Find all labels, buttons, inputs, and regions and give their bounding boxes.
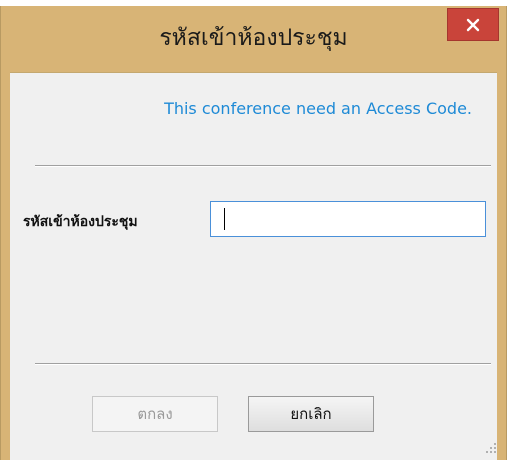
cancel-button[interactable]: ยกเลิก	[248, 396, 374, 432]
top-divider	[35, 165, 491, 167]
dialog-content: This conference need an Access Code. รหั…	[10, 72, 497, 460]
dialog-window: รหัสเข้าห้องประชุม This conference need …	[0, 6, 507, 460]
bottom-divider	[35, 363, 491, 365]
close-button[interactable]	[447, 8, 499, 41]
text-caret	[224, 208, 225, 230]
access-code-message: This conference need an Access Code.	[164, 99, 472, 118]
access-code-label: รหัสเข้าห้องประชุม	[23, 214, 138, 230]
resize-grip-icon[interactable]	[486, 443, 496, 453]
window-title: รหัสเข้าห้องประชุม	[159, 25, 348, 51]
title-bar[interactable]: รหัสเข้าห้องประชุม	[1, 6, 506, 70]
close-icon	[466, 18, 480, 31]
ok-button[interactable]: ตกลง	[92, 396, 218, 432]
access-code-input[interactable]	[210, 201, 486, 237]
